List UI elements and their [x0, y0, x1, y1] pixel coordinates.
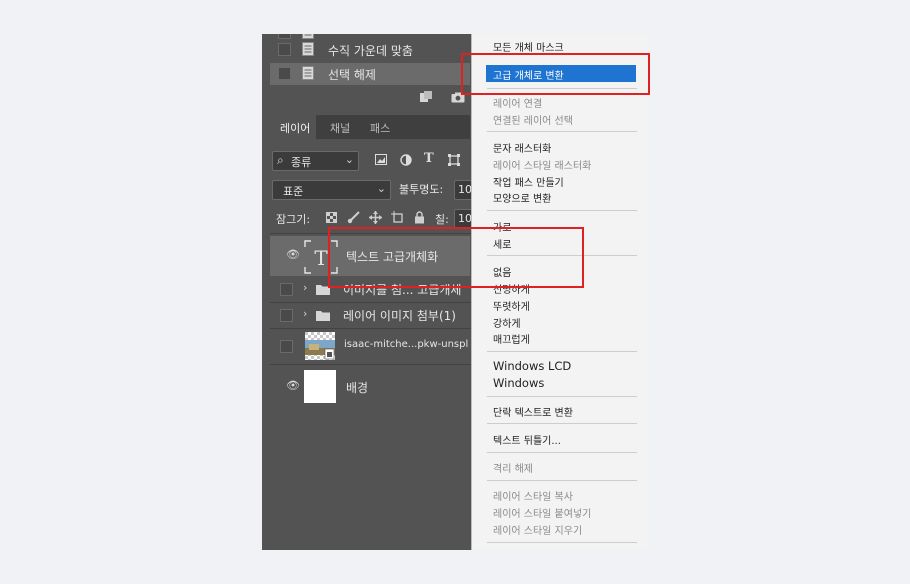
menu-separator — [487, 396, 637, 397]
menu-item-rasterize-type[interactable]: 문자 래스터화 — [493, 140, 551, 155]
history-item-label: 수직 가운데 맞춤 — [328, 44, 413, 58]
menu-separator — [487, 131, 637, 132]
menu-item-aa-crisp[interactable]: 뚜렷하게 — [493, 298, 530, 313]
pixel-filter-icon[interactable] — [375, 154, 387, 165]
folder-icon — [316, 311, 330, 321]
chevron-right-icon[interactable]: › — [303, 307, 307, 320]
menu-item-release-isolation[interactable]: 격리 해제 — [493, 460, 533, 475]
menu-item-aa-strong[interactable]: 강하게 — [493, 315, 521, 330]
visibility-empty-box[interactable] — [280, 340, 293, 353]
layer-name: 레이어 이미지 첨부(1) — [343, 309, 456, 323]
layer-name: 배경 — [346, 381, 369, 395]
eye-icon[interactable]: 👁 — [286, 379, 300, 392]
eye-icon[interactable]: 👁 — [286, 248, 300, 261]
lock-position-move-icon[interactable] — [369, 211, 382, 224]
menu-item-link-layers[interactable]: 레이어 연결 — [493, 95, 542, 110]
menu-item-copy-layer-style[interactable]: 레이어 스타일 복사 — [493, 488, 573, 503]
layer-name: isaac-mitche...pkw-unspl — [344, 339, 469, 350]
history-checkbox[interactable] — [278, 67, 291, 80]
new-document-from-state-icon[interactable] — [419, 91, 433, 103]
annotation-highlight-box — [328, 227, 584, 288]
menu-item-clear-layer-style[interactable]: 레이어 스타일 지우기 — [493, 522, 582, 537]
menu-item-convert-to-paragraph-text[interactable]: 단락 텍스트로 변환 — [493, 404, 573, 419]
history-item[interactable]: 수직 가운데 맞춤 — [270, 39, 470, 61]
search-icon: ⌕ — [277, 153, 284, 167]
menu-item-create-work-path[interactable]: 작업 패스 만들기 — [493, 174, 564, 189]
menu-item-rasterize-layer-style[interactable]: 레이어 스타일 래스터화 — [493, 157, 591, 172]
panel-tabbar: 레이어 채널 패스 — [270, 115, 470, 139]
menu-item-select-all-masks[interactable]: 모든 개체 마스크 — [493, 39, 564, 54]
menu-separator — [487, 452, 637, 453]
menu-separator — [487, 210, 637, 211]
menu-item-select-linked-layers[interactable]: 연결된 레이어 선택 — [493, 112, 573, 127]
background-layer-thumbnail — [304, 370, 336, 403]
svg-text:T: T — [314, 246, 328, 270]
lock-label: 잠그기: — [276, 213, 311, 226]
menu-separator — [487, 423, 637, 424]
layer-row-group[interactable]: › 레이어 이미지 첨부(1) — [270, 302, 470, 328]
menu-separator — [487, 542, 637, 543]
menu-item-warp-text[interactable]: 텍스트 뒤틀기... — [493, 432, 561, 447]
menu-item-aa-smooth[interactable]: 매끄럽게 — [493, 331, 530, 346]
annotation-highlight-box — [461, 53, 650, 95]
shape-filter-icon[interactable] — [448, 154, 460, 166]
menu-item-paste-layer-style[interactable]: 레이어 스타일 붙여넣기 — [493, 505, 591, 520]
document-icon — [302, 66, 314, 80]
lock-transparent-pixels-icon[interactable] — [326, 212, 337, 223]
menu-item-windows-lcd[interactable]: Windows LCD — [493, 359, 571, 373]
type-filter-icon[interactable]: T — [424, 151, 434, 166]
layer-row-image[interactable]: isaac-mitche...pkw-unspl — [270, 328, 470, 364]
opacity-label: 불투명도: — [399, 183, 444, 196]
lock-all-icon[interactable] — [414, 211, 425, 224]
fill-label: 칠: — [435, 213, 449, 226]
context-menu: 모든 개체 마스크 고급 개체로 변환 레이어 연결 연결된 레이어 선택 문자… — [471, 34, 649, 550]
history-item-label: 선택 해제 — [328, 68, 376, 82]
chevron-down-icon: ⌄ — [344, 153, 354, 166]
visibility-empty-box[interactable] — [280, 283, 293, 296]
menu-separator — [487, 480, 637, 481]
visibility-empty-box[interactable] — [280, 309, 293, 322]
image-layer-thumbnail — [305, 332, 335, 360]
chevron-down-icon: ⌄ — [376, 182, 386, 195]
tab-channels[interactable]: 채널 — [330, 120, 350, 136]
menu-item-windows[interactable]: Windows — [493, 376, 544, 390]
blend-mode-select[interactable]: 표준 ⌄ — [272, 180, 391, 200]
history-checkbox[interactable] — [278, 43, 291, 56]
lock-artboard-icon[interactable] — [391, 211, 404, 224]
adjustment-filter-icon[interactable] — [400, 154, 412, 166]
layer-row-background[interactable]: 👁 배경 — [270, 367, 470, 407]
divider — [270, 364, 480, 365]
lock-image-pixels-brush-icon[interactable] — [347, 211, 360, 224]
history-item-selected[interactable]: 선택 해제 — [270, 63, 470, 85]
filter-kind-select[interactable]: ⌕ 종류 ⌄ — [272, 151, 359, 171]
menu-item-convert-to-shape[interactable]: 모양으로 변환 — [493, 190, 551, 205]
tab-layers[interactable]: 레이어 — [280, 120, 310, 136]
chevron-right-icon[interactable]: › — [303, 281, 307, 294]
menu-separator — [487, 351, 637, 352]
tab-paths[interactable]: 패스 — [370, 120, 390, 136]
document-icon — [302, 42, 314, 56]
